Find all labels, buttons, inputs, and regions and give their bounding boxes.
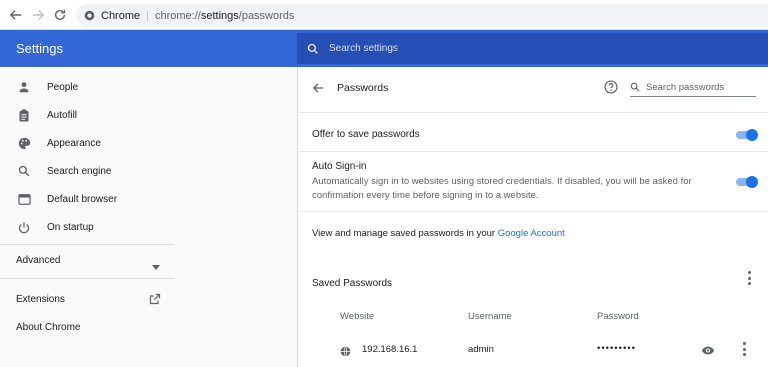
search-icon bbox=[630, 82, 640, 92]
column-header-website: Website bbox=[340, 311, 375, 322]
sidebar-item-label: Search engine bbox=[47, 165, 112, 177]
section-title: Passwords bbox=[337, 82, 389, 94]
help-button[interactable] bbox=[604, 80, 618, 99]
password-entry-password: ••••••••• bbox=[597, 343, 636, 354]
sidebar-item-on-startup[interactable]: On startup bbox=[0, 213, 297, 241]
palette-icon bbox=[17, 136, 31, 150]
forward-button[interactable] bbox=[27, 4, 49, 26]
sidebar-item-search-engine[interactable]: Search engine bbox=[0, 157, 297, 185]
sidebar-item-label: Autofill bbox=[47, 109, 78, 121]
password-entry-username: admin bbox=[468, 344, 494, 355]
sidebar-item-about-chrome[interactable]: About Chrome bbox=[16, 322, 80, 333]
column-header-password: Password bbox=[597, 311, 639, 322]
search-settings-placeholder: Search settings bbox=[329, 43, 398, 54]
auto-signin-toggle[interactable] bbox=[734, 176, 758, 188]
sidebar-item-people[interactable]: People bbox=[0, 73, 297, 101]
sidebar-item-label: On startup bbox=[47, 221, 94, 233]
browser-icon bbox=[17, 192, 31, 206]
arrow-left-icon bbox=[312, 83, 324, 93]
passwords-panel: Passwords Search passwords Offer to save… bbox=[297, 67, 768, 367]
password-entry-website: 192.168.16.1 bbox=[362, 344, 418, 355]
eye-icon bbox=[701, 346, 715, 355]
open-in-new-icon[interactable] bbox=[149, 292, 161, 310]
google-account-link[interactable]: Google Account bbox=[498, 228, 565, 239]
search-passwords-placeholder: Search passwords bbox=[646, 81, 725, 93]
sidebar-item-default-browser[interactable]: Default browser bbox=[0, 185, 297, 213]
manage-passwords-text: View and manage saved passwords in your … bbox=[312, 228, 565, 239]
address-bar: Chrome | chrome://settings/passwords bbox=[0, 0, 768, 30]
auto-signin-label: Auto Sign-in bbox=[312, 161, 367, 172]
url-text: chrome://settings/passwords bbox=[154, 9, 295, 22]
sidebar-item-label: Default browser bbox=[47, 193, 118, 205]
reload-button[interactable] bbox=[49, 4, 71, 26]
sidebar: People Autofill Appearance Search engine… bbox=[0, 67, 297, 367]
reload-icon bbox=[54, 9, 66, 21]
arrow-left-icon bbox=[9, 10, 22, 20]
sidebar-divider bbox=[0, 278, 174, 279]
back-button[interactable] bbox=[5, 4, 27, 26]
site-name: Chrome bbox=[101, 9, 141, 22]
search-settings-input[interactable]: Search settings bbox=[297, 33, 768, 64]
search-icon bbox=[17, 164, 31, 178]
omnibox[interactable]: Chrome | chrome://settings/passwords bbox=[76, 4, 768, 27]
offer-to-save-toggle[interactable] bbox=[734, 129, 758, 141]
saved-passwords-title: Saved Passwords bbox=[312, 278, 393, 289]
arrow-right-icon bbox=[32, 10, 45, 20]
globe-icon bbox=[340, 344, 351, 362]
search-icon bbox=[307, 43, 318, 54]
sidebar-item-extensions[interactable]: Extensions bbox=[16, 294, 65, 305]
sidebar-item-label: Appearance bbox=[47, 137, 101, 149]
saved-passwords-menu-button[interactable] bbox=[746, 271, 752, 285]
auto-signin-description-line2: confirmation every time before signing i… bbox=[312, 190, 539, 201]
chrome-site-icon bbox=[84, 10, 95, 21]
sidebar-divider bbox=[0, 244, 174, 245]
sidebar-item-appearance[interactable]: Appearance bbox=[0, 129, 297, 157]
column-header-username: Username bbox=[468, 311, 512, 322]
caret-down-icon[interactable] bbox=[152, 257, 160, 275]
offer-to-save-label: Offer to save passwords bbox=[312, 129, 420, 140]
password-entry-menu-button[interactable] bbox=[741, 342, 747, 356]
auto-signin-description-line1: Automatically sign in to websites using … bbox=[312, 176, 692, 187]
search-passwords-input[interactable]: Search passwords bbox=[630, 78, 756, 97]
person-icon bbox=[17, 80, 31, 94]
clipboard-icon bbox=[17, 108, 31, 122]
sidebar-advanced-toggle[interactable]: Advanced bbox=[16, 255, 60, 266]
show-password-button[interactable] bbox=[701, 343, 715, 361]
sidebar-item-autofill[interactable]: Autofill bbox=[0, 101, 297, 129]
help-icon bbox=[604, 80, 618, 94]
back-arrow-button[interactable] bbox=[312, 81, 324, 99]
page-title: Settings bbox=[16, 41, 63, 56]
sidebar-item-label: People bbox=[47, 81, 79, 93]
power-icon bbox=[17, 220, 31, 234]
